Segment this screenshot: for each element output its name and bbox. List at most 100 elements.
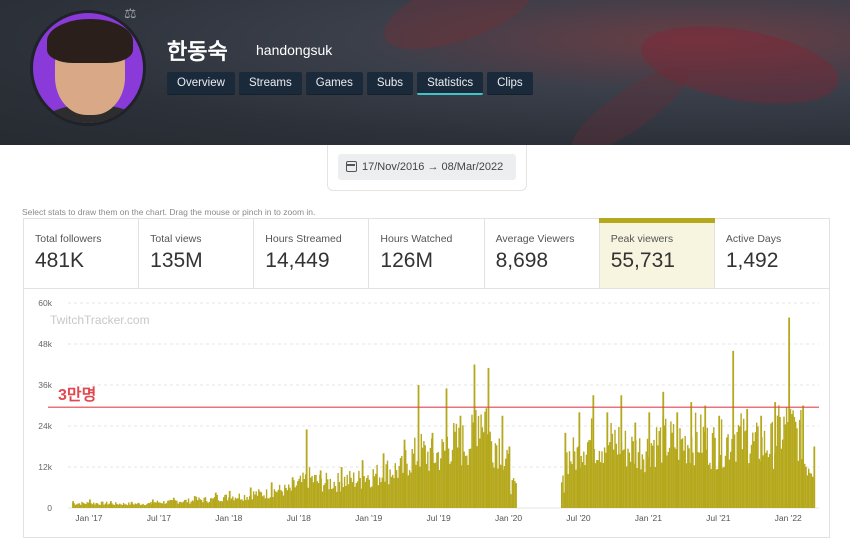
chart-bar (345, 485, 347, 508)
chart-bar (692, 452, 694, 508)
chart-bar (583, 451, 585, 508)
chart-bar (298, 478, 300, 508)
chart-bar (421, 447, 424, 508)
chart-bar (637, 452, 640, 508)
chart-bar (182, 501, 185, 508)
chart-bar (586, 442, 589, 508)
chart-bar (270, 482, 273, 508)
chart-bar (354, 486, 356, 508)
chart-bar (389, 469, 391, 508)
chart-bar (125, 504, 127, 508)
chart-bar (804, 464, 806, 508)
chart-bar (785, 407, 788, 508)
chart-bar (748, 463, 750, 508)
chart-bar (299, 475, 302, 508)
chart-bar (294, 487, 296, 508)
chart-bar (371, 486, 373, 508)
chart-bar (295, 485, 298, 508)
chart-bar (511, 480, 513, 508)
chart-bar (809, 472, 811, 508)
chart-bar (434, 462, 437, 508)
tab-subs[interactable]: Subs (366, 72, 414, 95)
chart-bar (117, 504, 120, 508)
stat-hours-watched[interactable]: Hours Watched 126M (369, 219, 485, 288)
chart-bar (347, 484, 350, 508)
chart-bar (450, 461, 452, 508)
stat-peak-viewers[interactable]: Peak viewers 55,731 (598, 218, 715, 288)
chart-bar (783, 416, 785, 508)
chart-bar (589, 440, 591, 508)
chart-bar (684, 435, 686, 508)
chart-bar (263, 495, 265, 508)
chart-bar (220, 500, 222, 508)
stat-average-viewers[interactable]: Average Viewers 8,698 (485, 219, 600, 288)
tab-statistics[interactable]: Statistics (417, 72, 484, 95)
chart-bar (264, 498, 266, 508)
chart-bar (514, 481, 516, 508)
chart-bar (740, 413, 742, 508)
stat-total-views[interactable]: Total views 135M (139, 219, 255, 288)
chart-bar (668, 447, 671, 508)
chart-bar (427, 451, 429, 508)
chart-bar (723, 466, 725, 508)
stat-total-followers[interactable]: Total followers 481K (24, 219, 140, 288)
chart-bar (329, 478, 331, 508)
tab-streams[interactable]: Streams (238, 72, 302, 95)
chart-bar (260, 492, 263, 508)
date-start: 17/Nov/2016 (362, 161, 425, 173)
chart-bar (632, 441, 634, 508)
stat-value: 8,698 (495, 249, 549, 272)
chart-bar (459, 415, 462, 508)
chart-bar (170, 500, 173, 508)
stat-label: Total followers (35, 233, 102, 245)
date-range-picker[interactable]: 17/Nov/2016 → 08/Mar/2022 (327, 145, 527, 191)
tab-overview[interactable]: Overview (167, 72, 235, 95)
chart-bar (438, 469, 441, 508)
chart-bar (209, 498, 212, 508)
chart-container[interactable]: 60k 48k 36k 24k 12k 0 Jan '17 Jul '17 Jan '18 Ju… (23, 288, 830, 538)
chart-bar (138, 503, 140, 508)
chart-bar (408, 470, 411, 508)
chart-bar (622, 450, 624, 508)
chart-bar (667, 451, 669, 508)
chart-bar (230, 498, 233, 508)
chart-bar (624, 430, 627, 508)
stat-hours-streamed[interactable]: Hours Streamed 14,449 (254, 219, 370, 288)
chart-bar (479, 438, 481, 508)
chart-bar (282, 495, 285, 508)
chart-bar (245, 499, 247, 508)
chart-bar (155, 502, 157, 508)
chart-bar (636, 467, 638, 508)
chart-bar (641, 454, 643, 508)
x-tick-label: Jul '17 (147, 513, 172, 523)
tab-clips[interactable]: Clips (487, 72, 533, 95)
chart-bar (654, 466, 656, 508)
chart-bar (508, 446, 511, 508)
chart-bar (343, 476, 346, 508)
chart-bar (122, 502, 125, 508)
chart-bar (291, 477, 294, 508)
chart-bar (361, 460, 364, 508)
chart-bar (129, 504, 131, 508)
chart-bar (458, 427, 460, 508)
chart-bar (670, 421, 672, 508)
date-range-field[interactable]: 17/Nov/2016 → 08/Mar/2022 (338, 154, 516, 180)
y-axis-labels: 60k 48k 36k 24k 12k 0 (38, 298, 52, 513)
chart-bar (791, 414, 793, 508)
y-tick-label: 60k (38, 298, 52, 308)
chart-bar (319, 470, 322, 508)
chart-bar (297, 481, 299, 508)
chart-bar (187, 498, 190, 508)
chart-bar (739, 426, 741, 508)
chart-bar (631, 436, 633, 508)
chart-bar (368, 479, 370, 508)
tab-games[interactable]: Games (305, 72, 363, 95)
chart-bar (373, 476, 376, 508)
stat-active-days[interactable]: Active Days 1,492 (715, 219, 829, 288)
chart-bar (755, 422, 758, 508)
chart-bar (224, 494, 226, 508)
chart-bar (644, 472, 646, 508)
peak-viewers-chart[interactable]: 60k 48k 36k 24k 12k 0 Jan '17 Jul '17 Jan '18 Ju… (24, 288, 831, 538)
chart-bar (776, 415, 779, 508)
chart-bar (720, 419, 723, 508)
